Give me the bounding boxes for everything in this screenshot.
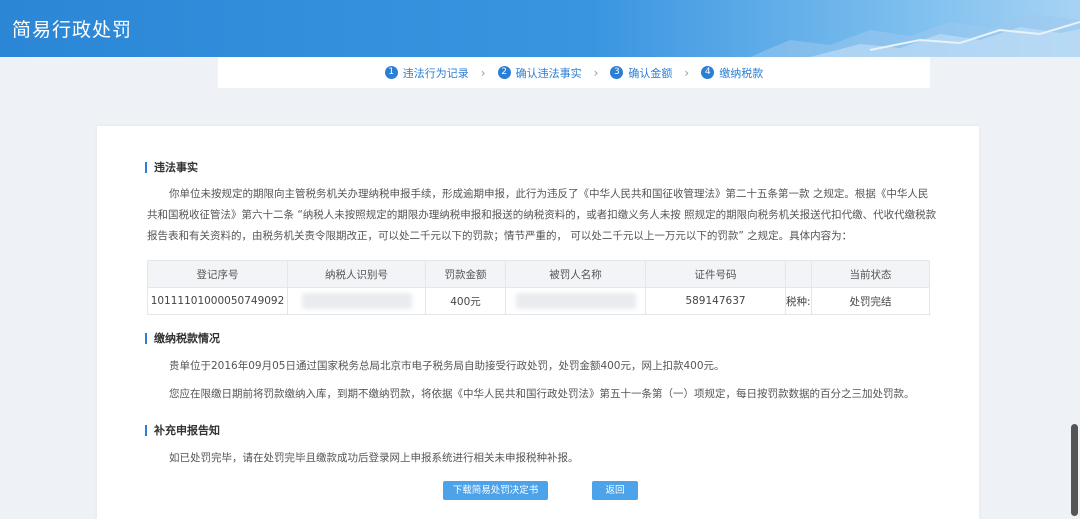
status-cell: 处罚完结: [811, 287, 930, 315]
step-number: 3: [610, 66, 624, 79]
step-label: 违法行为记录: [402, 66, 469, 80]
payment-text-1: 贵单位于2016年09月05日通过国家税务总局北京市电子税务局自助接受行政处罚，…: [169, 360, 725, 372]
penalty-detail-card: 违法事实 你单位未按规定的期限向主管税务机关办理纳税申报手续，形成逾期申报，此行…: [97, 126, 979, 519]
supplement-text: 如已处罚完毕，请在处罚完毕且缴款成功后登录网上申报系统进行相关未申报税种补报。: [169, 452, 579, 464]
step-number: 4: [701, 66, 715, 79]
step-1: 1 违法行为记录: [384, 65, 469, 81]
name-cell: [505, 287, 646, 315]
redacted-blur: [301, 293, 412, 309]
step-number: 1: [384, 66, 398, 79]
col-header: 当前状态: [811, 260, 930, 288]
tax-type-cell: 税种:: [785, 287, 812, 315]
chevron-right-icon: ›: [593, 65, 599, 80]
table-header-row: 登记序号 纳税人识别号 罚款金额 被罚人名称 证件号码 当前状态: [147, 260, 930, 288]
payment-section-title: 缴纳税款情况: [145, 333, 220, 344]
app-title: 简易行政处罚: [12, 19, 133, 41]
step-3: 3 确认金额: [610, 65, 672, 81]
supplement-section-title: 补充申报告知: [145, 425, 220, 436]
payment-text-2: 您应在限缴日期前将罚款缴纳入库，到期不缴纳罚款，将依据《中华人民共和国行政处罚法…: [169, 388, 915, 400]
step-label: 缴纳税款: [719, 66, 764, 80]
chevron-right-icon: ›: [684, 65, 690, 80]
step-2: 2 确认违法事实: [497, 65, 582, 81]
penalty-table: 登记序号 纳税人识别号 罚款金额 被罚人名称 证件号码 当前状态 1011110…: [147, 260, 930, 315]
col-header: 证件号码: [645, 260, 786, 288]
step-4: 4 缴纳税款: [701, 65, 763, 81]
download-decision-button[interactable]: 下载简易处罚决定书: [443, 481, 548, 500]
reg-no-cell: 10111101000050749092: [147, 287, 288, 315]
cert-no-cell: 589147637: [645, 287, 786, 315]
progress-steps: 1 违法行为记录 › 2 确认违法事实 › 3 确认金额 › 4 缴纳税款: [218, 57, 930, 88]
col-header: [785, 260, 812, 288]
scrollbar[interactable]: [1071, 424, 1078, 516]
col-header: 被罚人名称: [505, 260, 646, 288]
back-button[interactable]: 返回: [592, 481, 638, 500]
taxpayer-id-cell: [287, 287, 426, 315]
amount-cell: 400元: [425, 287, 506, 315]
redacted-blur: [515, 293, 636, 309]
step-number: 2: [497, 66, 511, 79]
great-wall-banner-image: [750, 14, 1080, 57]
step-label: 确认违法事实: [515, 66, 582, 80]
col-header: 罚款金额: [425, 260, 506, 288]
violation-section-title: 违法事实: [145, 162, 198, 173]
col-header: 纳税人识别号: [287, 260, 426, 288]
step-label: 确认金额: [628, 66, 673, 80]
chevron-right-icon: ›: [480, 65, 486, 80]
app-header: 简易行政处罚: [0, 0, 1080, 57]
violation-text: 你单位未按规定的期限向主管税务机关办理纳税申报手续，形成逾期申报，此行为违反了《…: [147, 188, 937, 242]
col-header: 登记序号: [147, 260, 288, 288]
table-row: 10111101000050749092 400元 589147637 税种: …: [147, 287, 930, 315]
